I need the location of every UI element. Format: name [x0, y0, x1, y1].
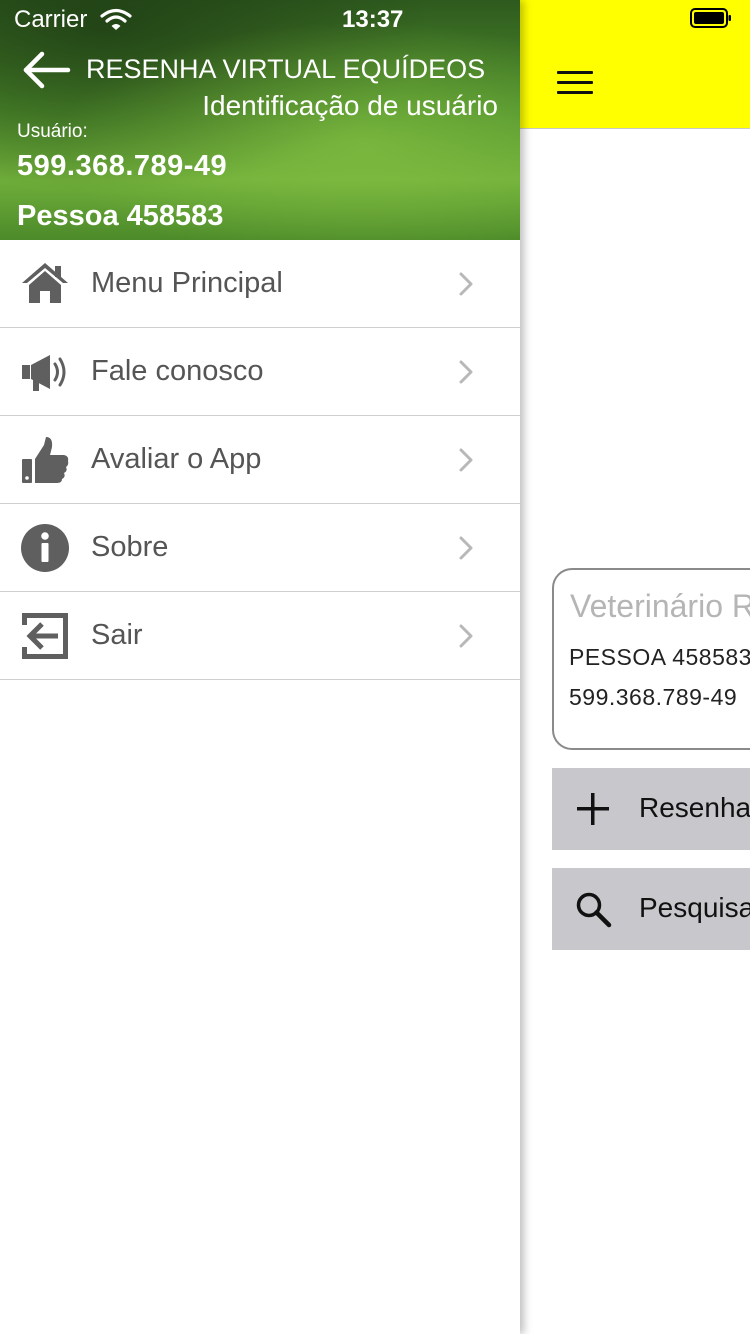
back-arrow-icon[interactable]: [20, 50, 72, 90]
user-label: Usuário:: [17, 121, 88, 142]
card-user-id: 599.368.789-49: [569, 684, 738, 710]
new-resenha-button[interactable]: Resenha: [552, 768, 750, 850]
search-button[interactable]: Pesquisa: [552, 868, 750, 950]
menu-item-sobre[interactable]: Sobre: [0, 504, 520, 592]
chevron-right-icon: [459, 360, 473, 384]
user-name: Pessoa 458583: [17, 200, 224, 232]
chevron-right-icon: [459, 536, 473, 560]
search-icon: [576, 892, 612, 928]
new-resenha-label: Resenha: [639, 792, 750, 823]
hamburger-menu-icon[interactable]: [557, 69, 595, 97]
main-top-bar: [520, 0, 750, 129]
info-icon: [21, 524, 69, 572]
chevron-right-icon: [459, 272, 473, 296]
thumbs-up-icon: [22, 437, 69, 483]
side-drawer: Carrier 13:37 RESENHA VIRTUAL EQUÍDEOS I…: [0, 0, 520, 1334]
menu-item-label: Avaliar o App: [91, 443, 262, 475]
megaphone-icon: [22, 355, 66, 391]
drawer-menu: Menu Principal Fale conosco Avaliar o Ap…: [0, 240, 520, 680]
status-time: 13:37: [342, 6, 404, 33]
menu-item-menu-principal[interactable]: Menu Principal: [0, 240, 520, 328]
card-title: Veterinário R: [570, 588, 750, 624]
search-label: Pesquisa: [639, 892, 750, 923]
chevron-right-icon: [459, 448, 473, 472]
menu-item-avaliar-app[interactable]: Avaliar o App: [0, 416, 520, 504]
menu-item-label: Menu Principal: [91, 267, 283, 299]
menu-item-label: Sobre: [91, 531, 169, 563]
menu-item-label: Fale conosco: [91, 355, 264, 387]
exit-icon: [22, 613, 68, 659]
plus-icon: [577, 793, 609, 825]
page-subtitle: Identificação de usuário: [202, 90, 498, 121]
menu-item-fale-conosco[interactable]: Fale conosco: [0, 328, 520, 416]
user-id: 599.368.789-49: [17, 150, 228, 182]
app-title: RESENHA VIRTUAL EQUÍDEOS: [86, 54, 486, 84]
chevron-right-icon: [459, 624, 473, 648]
drawer-header: Carrier 13:37 RESENHA VIRTUAL EQUÍDEOS I…: [0, 0, 520, 240]
user-card: Veterinário R PESSOA 458583 599.368.789-…: [552, 568, 750, 750]
wifi-icon: [100, 8, 132, 30]
menu-item-sair[interactable]: Sair: [0, 592, 520, 680]
menu-item-label: Sair: [91, 619, 143, 651]
carrier-label: Carrier: [14, 6, 88, 33]
home-icon: [22, 263, 68, 303]
battery-icon: [690, 8, 731, 28]
card-user-name: PESSOA 458583: [569, 644, 750, 670]
main-panel: Veterinário R PESSOA 458583 599.368.789-…: [520, 0, 750, 1334]
